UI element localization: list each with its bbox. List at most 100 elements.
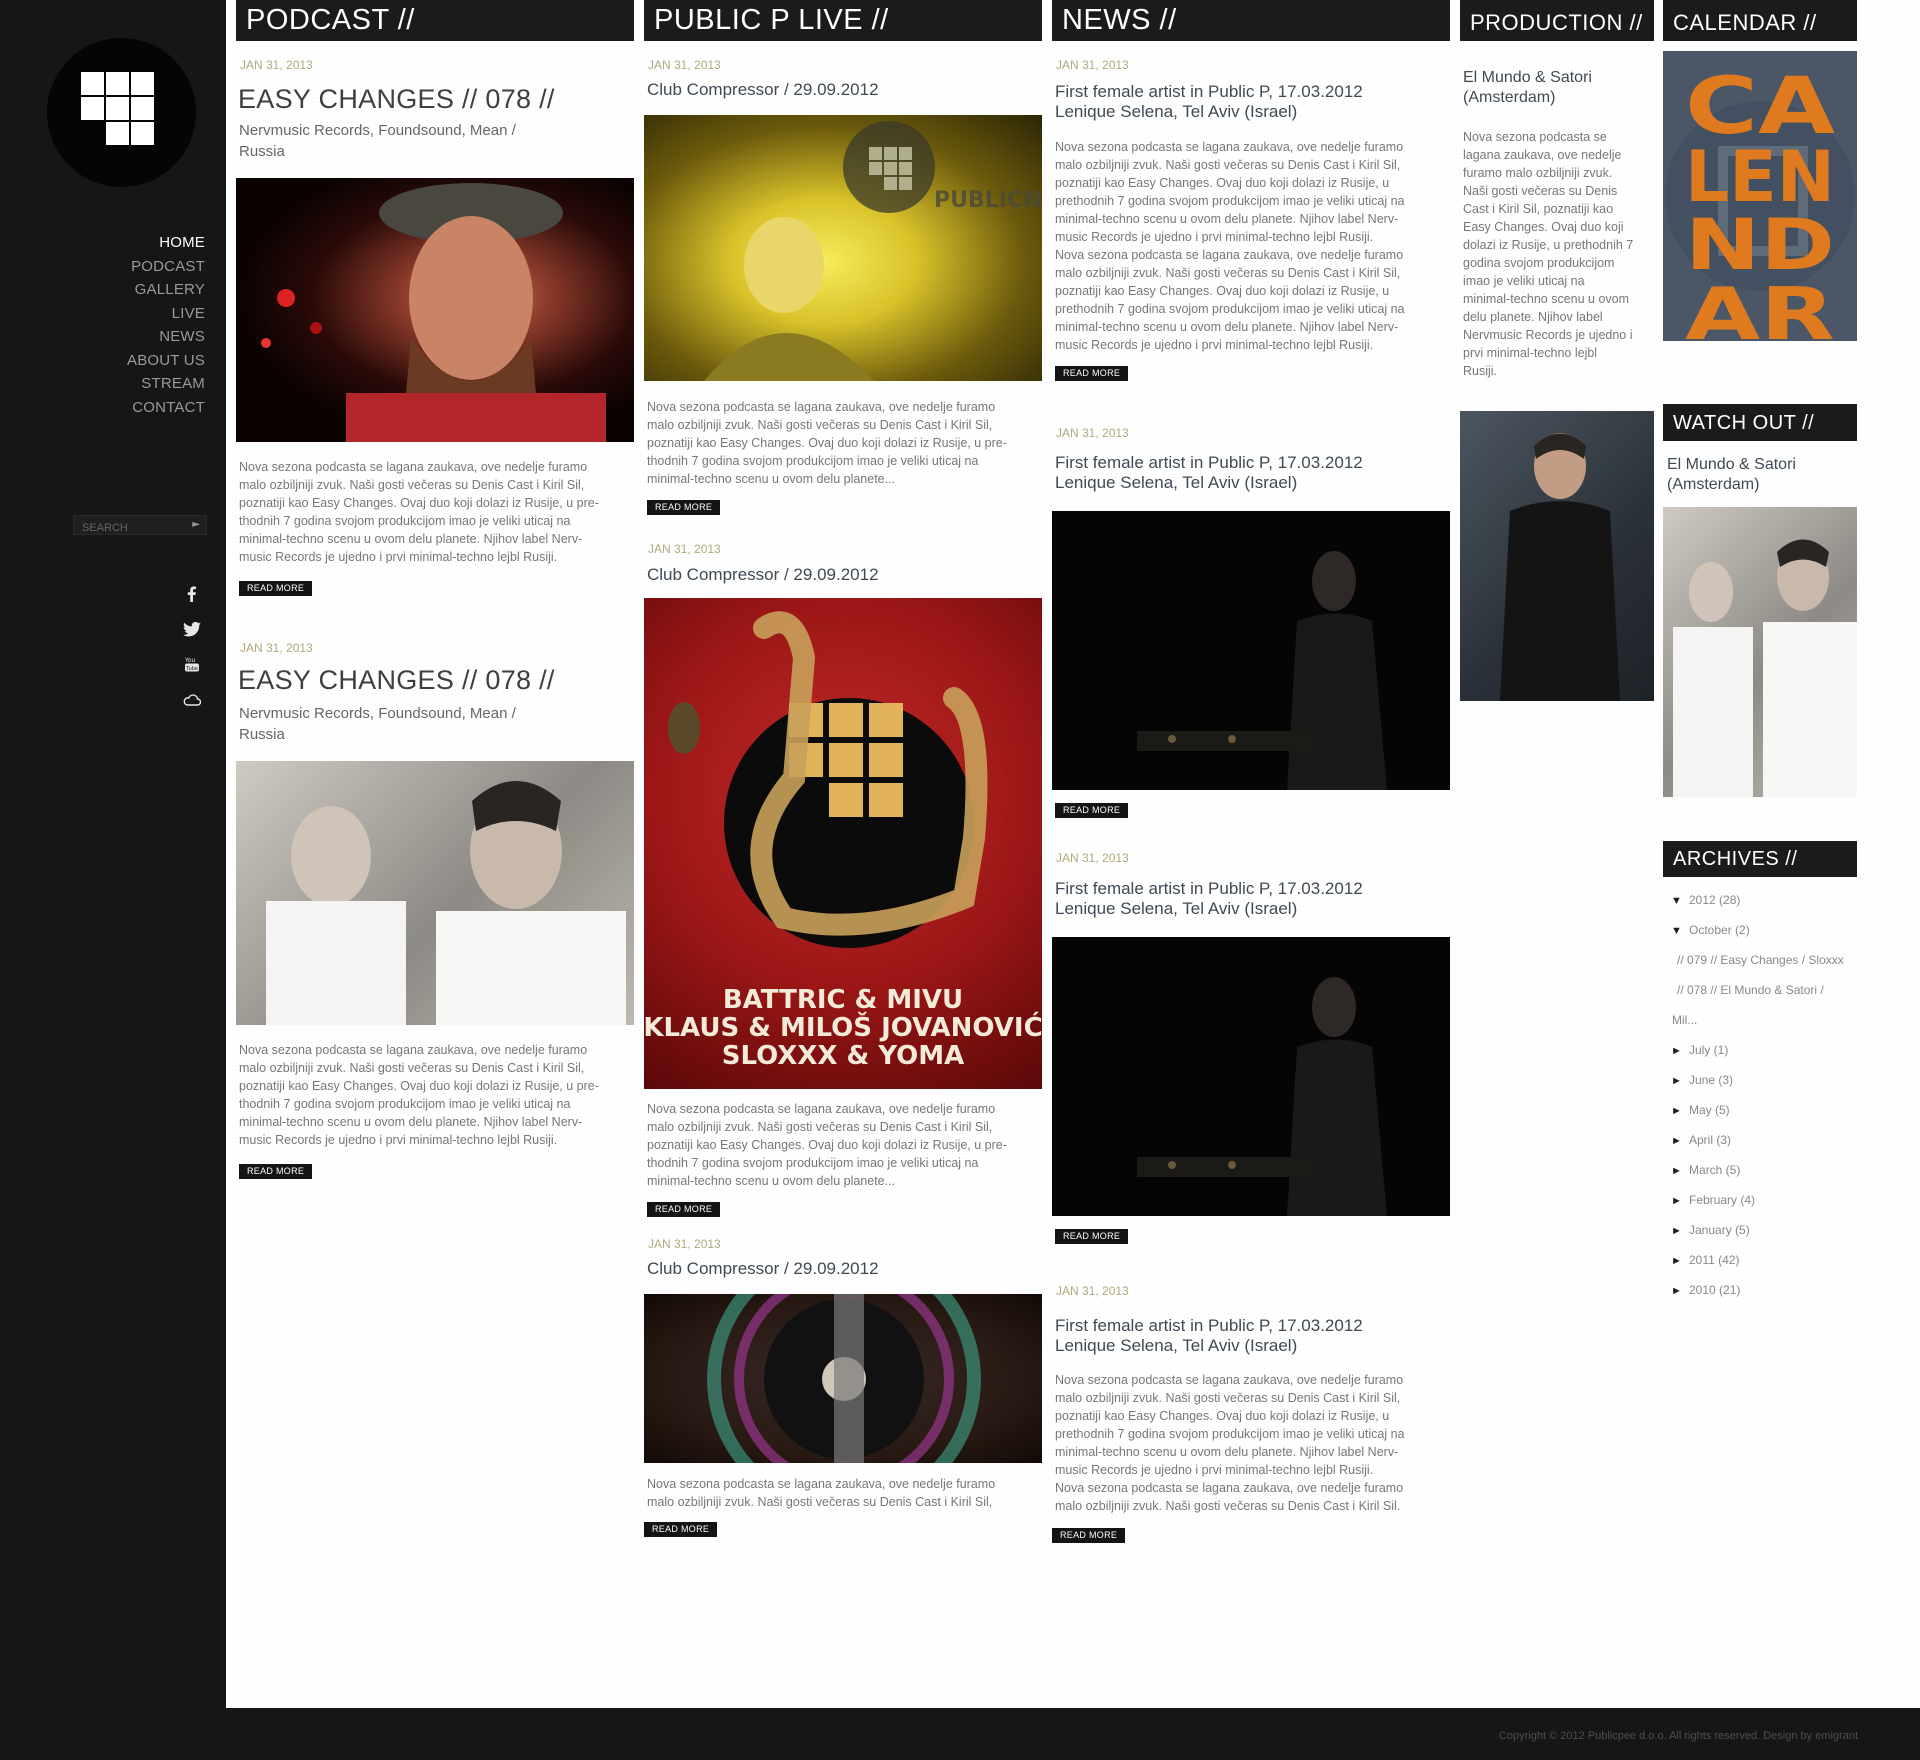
- archive-item[interactable]: // 078 // El Mundo & Satori /: [1677, 983, 1824, 997]
- post-title[interactable]: EASY CHANGES // 078 //: [238, 84, 555, 115]
- read-more-button[interactable]: READ MORE: [1055, 366, 1129, 381]
- archive-item-label[interactable]: 2010 (21): [1689, 1283, 1740, 1297]
- watchout-title[interactable]: El Mundo & Satori (Amsterdam): [1667, 455, 1796, 495]
- archive-item-label[interactable]: April (3): [1689, 1133, 1731, 1147]
- read-more-button[interactable]: READ MORE: [239, 1164, 313, 1179]
- twitter-icon[interactable]: [180, 619, 204, 641]
- archive-item-label[interactable]: 2011 (42): [1689, 1253, 1739, 1267]
- main-nav: HOME PODCAST GALLERY LIVE NEWS ABOUT US …: [127, 231, 205, 419]
- production-title[interactable]: El Mundo & Satori (Amsterdam): [1463, 68, 1592, 108]
- archive-item-label[interactable]: July (1): [1689, 1043, 1728, 1057]
- post-excerpt: Nova sezona podcasta se lagana zaukava, …: [239, 460, 599, 564]
- archive-item-label[interactable]: February (4): [1689, 1193, 1755, 1207]
- collapsed-triangle-icon[interactable]: ►: [1671, 1075, 1689, 1087]
- read-more-button[interactable]: READ MORE: [647, 500, 721, 515]
- live-photo-watermark: PUBLICN: [934, 188, 1042, 213]
- calendar-poster[interactable]: CA LEN ND AR: [1663, 51, 1857, 341]
- collapsed-triangle-icon[interactable]: ►: [1671, 1165, 1689, 1177]
- nav-contact[interactable]: CONTACT: [127, 396, 205, 420]
- live-photo[interactable]: [644, 1294, 1042, 1463]
- read-more-button[interactable]: READ MORE: [1052, 1528, 1126, 1543]
- post-title[interactable]: First female artist in Public P, 17.03.2…: [1055, 82, 1363, 122]
- youtube-icon[interactable]: You Tube: [180, 654, 204, 676]
- collapsed-triangle-icon[interactable]: ►: [1671, 1135, 1689, 1147]
- archive-item[interactable]: ► July (1): [1671, 1043, 1728, 1057]
- news-heading: NEWS //: [1052, 0, 1450, 41]
- news-photo[interactable]: [1052, 937, 1450, 1216]
- post-subtitle: Nervmusic Records, Foundsound, Mean / Ru…: [239, 122, 516, 160]
- archive-item[interactable]: ► January (5): [1671, 1223, 1750, 1237]
- archive-item[interactable]: ► February (4): [1671, 1193, 1755, 1207]
- production-heading: PRODUCTION //: [1460, 0, 1654, 41]
- read-more-button[interactable]: READ MORE: [647, 1202, 721, 1217]
- search-submit-icon[interactable]: ►: [192, 519, 200, 530]
- podcast-heading: PODCAST //: [236, 0, 634, 41]
- archive-item-label[interactable]: Mil...: [1672, 1013, 1697, 1027]
- archive-item[interactable]: Mil...: [1672, 1013, 1697, 1027]
- expanded-triangle-icon[interactable]: ▼: [1671, 925, 1689, 937]
- nav-live[interactable]: LIVE: [127, 302, 205, 326]
- collapsed-triangle-icon[interactable]: ►: [1671, 1255, 1689, 1267]
- nav-news[interactable]: NEWS: [127, 325, 205, 349]
- archive-item[interactable]: ▼ October (2): [1671, 923, 1750, 937]
- live-photo[interactable]: PUBLICN: [644, 115, 1042, 381]
- archive-item[interactable]: ► 2010 (21): [1671, 1283, 1740, 1297]
- archive-item-label[interactable]: 2012 (28): [1689, 893, 1740, 907]
- archive-item-label[interactable]: May (5): [1689, 1103, 1730, 1117]
- nav-podcast[interactable]: PODCAST: [127, 255, 205, 279]
- production-photo[interactable]: [1460, 411, 1654, 701]
- news-photo[interactable]: [1052, 511, 1450, 790]
- post-title[interactable]: Club Compressor / 29.09.2012: [647, 80, 879, 100]
- collapsed-triangle-icon[interactable]: ►: [1671, 1225, 1689, 1237]
- read-more-button[interactable]: READ MORE: [1055, 803, 1129, 818]
- nav-stream[interactable]: STREAM: [127, 372, 205, 396]
- archive-item[interactable]: ► March (5): [1671, 1163, 1740, 1177]
- post-excerpt: Nova sezona podcasta se lagana zaukava, …: [239, 1043, 599, 1147]
- podcast-photo[interactable]: [236, 761, 634, 1025]
- collapsed-triangle-icon[interactable]: ►: [1671, 1285, 1689, 1297]
- post-subtitle: Nervmusic Records, Foundsound, Mean / Ru…: [239, 705, 516, 743]
- collapsed-triangle-icon[interactable]: ►: [1671, 1195, 1689, 1207]
- post-title[interactable]: Club Compressor / 29.09.2012: [647, 565, 879, 585]
- logo[interactable]: [47, 38, 196, 187]
- read-more-button[interactable]: READ MORE: [1055, 1229, 1129, 1244]
- post-excerpt: Nova sezona podcasta se lagana zaukava, …: [647, 1102, 1007, 1188]
- collapsed-triangle-icon[interactable]: ►: [1671, 1105, 1689, 1117]
- archive-item[interactable]: ► May (5): [1671, 1103, 1730, 1117]
- archive-item-label[interactable]: // 078 // El Mundo & Satori /: [1677, 983, 1824, 997]
- post-title[interactable]: First female artist in Public P, 17.03.2…: [1055, 1316, 1363, 1356]
- footer: Copyright © 2012 Publicpee d.o.o. All ri…: [0, 1708, 1920, 1760]
- post-date: JAN 31, 2013: [240, 58, 313, 72]
- post-title[interactable]: EASY CHANGES // 078 //: [238, 665, 555, 696]
- archive-item[interactable]: ► 2011 (42): [1671, 1253, 1739, 1267]
- search-box: ►: [73, 515, 207, 537]
- nav-gallery[interactable]: GALLERY: [127, 278, 205, 302]
- archive-item-label[interactable]: March (5): [1689, 1163, 1740, 1177]
- expanded-triangle-icon[interactable]: ▼: [1671, 895, 1689, 907]
- soundcloud-icon[interactable]: [180, 690, 204, 712]
- nav-about-us[interactable]: ABOUT US: [127, 349, 205, 373]
- archive-item-label[interactable]: June (3): [1689, 1073, 1733, 1087]
- read-more-button[interactable]: READ MORE: [239, 581, 313, 596]
- facebook-icon[interactable]: [180, 584, 204, 606]
- watchout-photo[interactable]: [1663, 507, 1857, 797]
- post-date: JAN 31, 2013: [1056, 58, 1129, 72]
- archive-item[interactable]: // 079 // Easy Changes / Sloxxx: [1677, 953, 1844, 967]
- archive-item-label[interactable]: October (2): [1689, 923, 1750, 937]
- post-date: JAN 31, 2013: [648, 1237, 721, 1251]
- archive-item[interactable]: ► June (3): [1671, 1073, 1733, 1087]
- read-more-button[interactable]: READ MORE: [644, 1522, 718, 1537]
- collapsed-triangle-icon[interactable]: ►: [1671, 1045, 1689, 1057]
- archive-item-label[interactable]: // 079 // Easy Changes / Sloxxx: [1677, 953, 1844, 967]
- post-title[interactable]: First female artist in Public P, 17.03.2…: [1055, 879, 1363, 919]
- archive-item[interactable]: ► April (3): [1671, 1133, 1731, 1147]
- nav-home[interactable]: HOME: [127, 231, 205, 255]
- svg-text:You: You: [184, 657, 196, 664]
- live-poster[interactable]: BATTRIC & MIVU KLAUS & MILOŠ JOVANOVIĆ S…: [644, 598, 1042, 1089]
- archive-item[interactable]: ▼ 2012 (28): [1671, 893, 1740, 907]
- post-title[interactable]: First female artist in Public P, 17.03.2…: [1055, 453, 1363, 493]
- search-input[interactable]: [74, 519, 206, 537]
- post-title[interactable]: Club Compressor / 29.09.2012: [647, 1259, 879, 1279]
- podcast-photo[interactable]: [236, 178, 634, 442]
- archive-item-label[interactable]: January (5): [1689, 1223, 1750, 1237]
